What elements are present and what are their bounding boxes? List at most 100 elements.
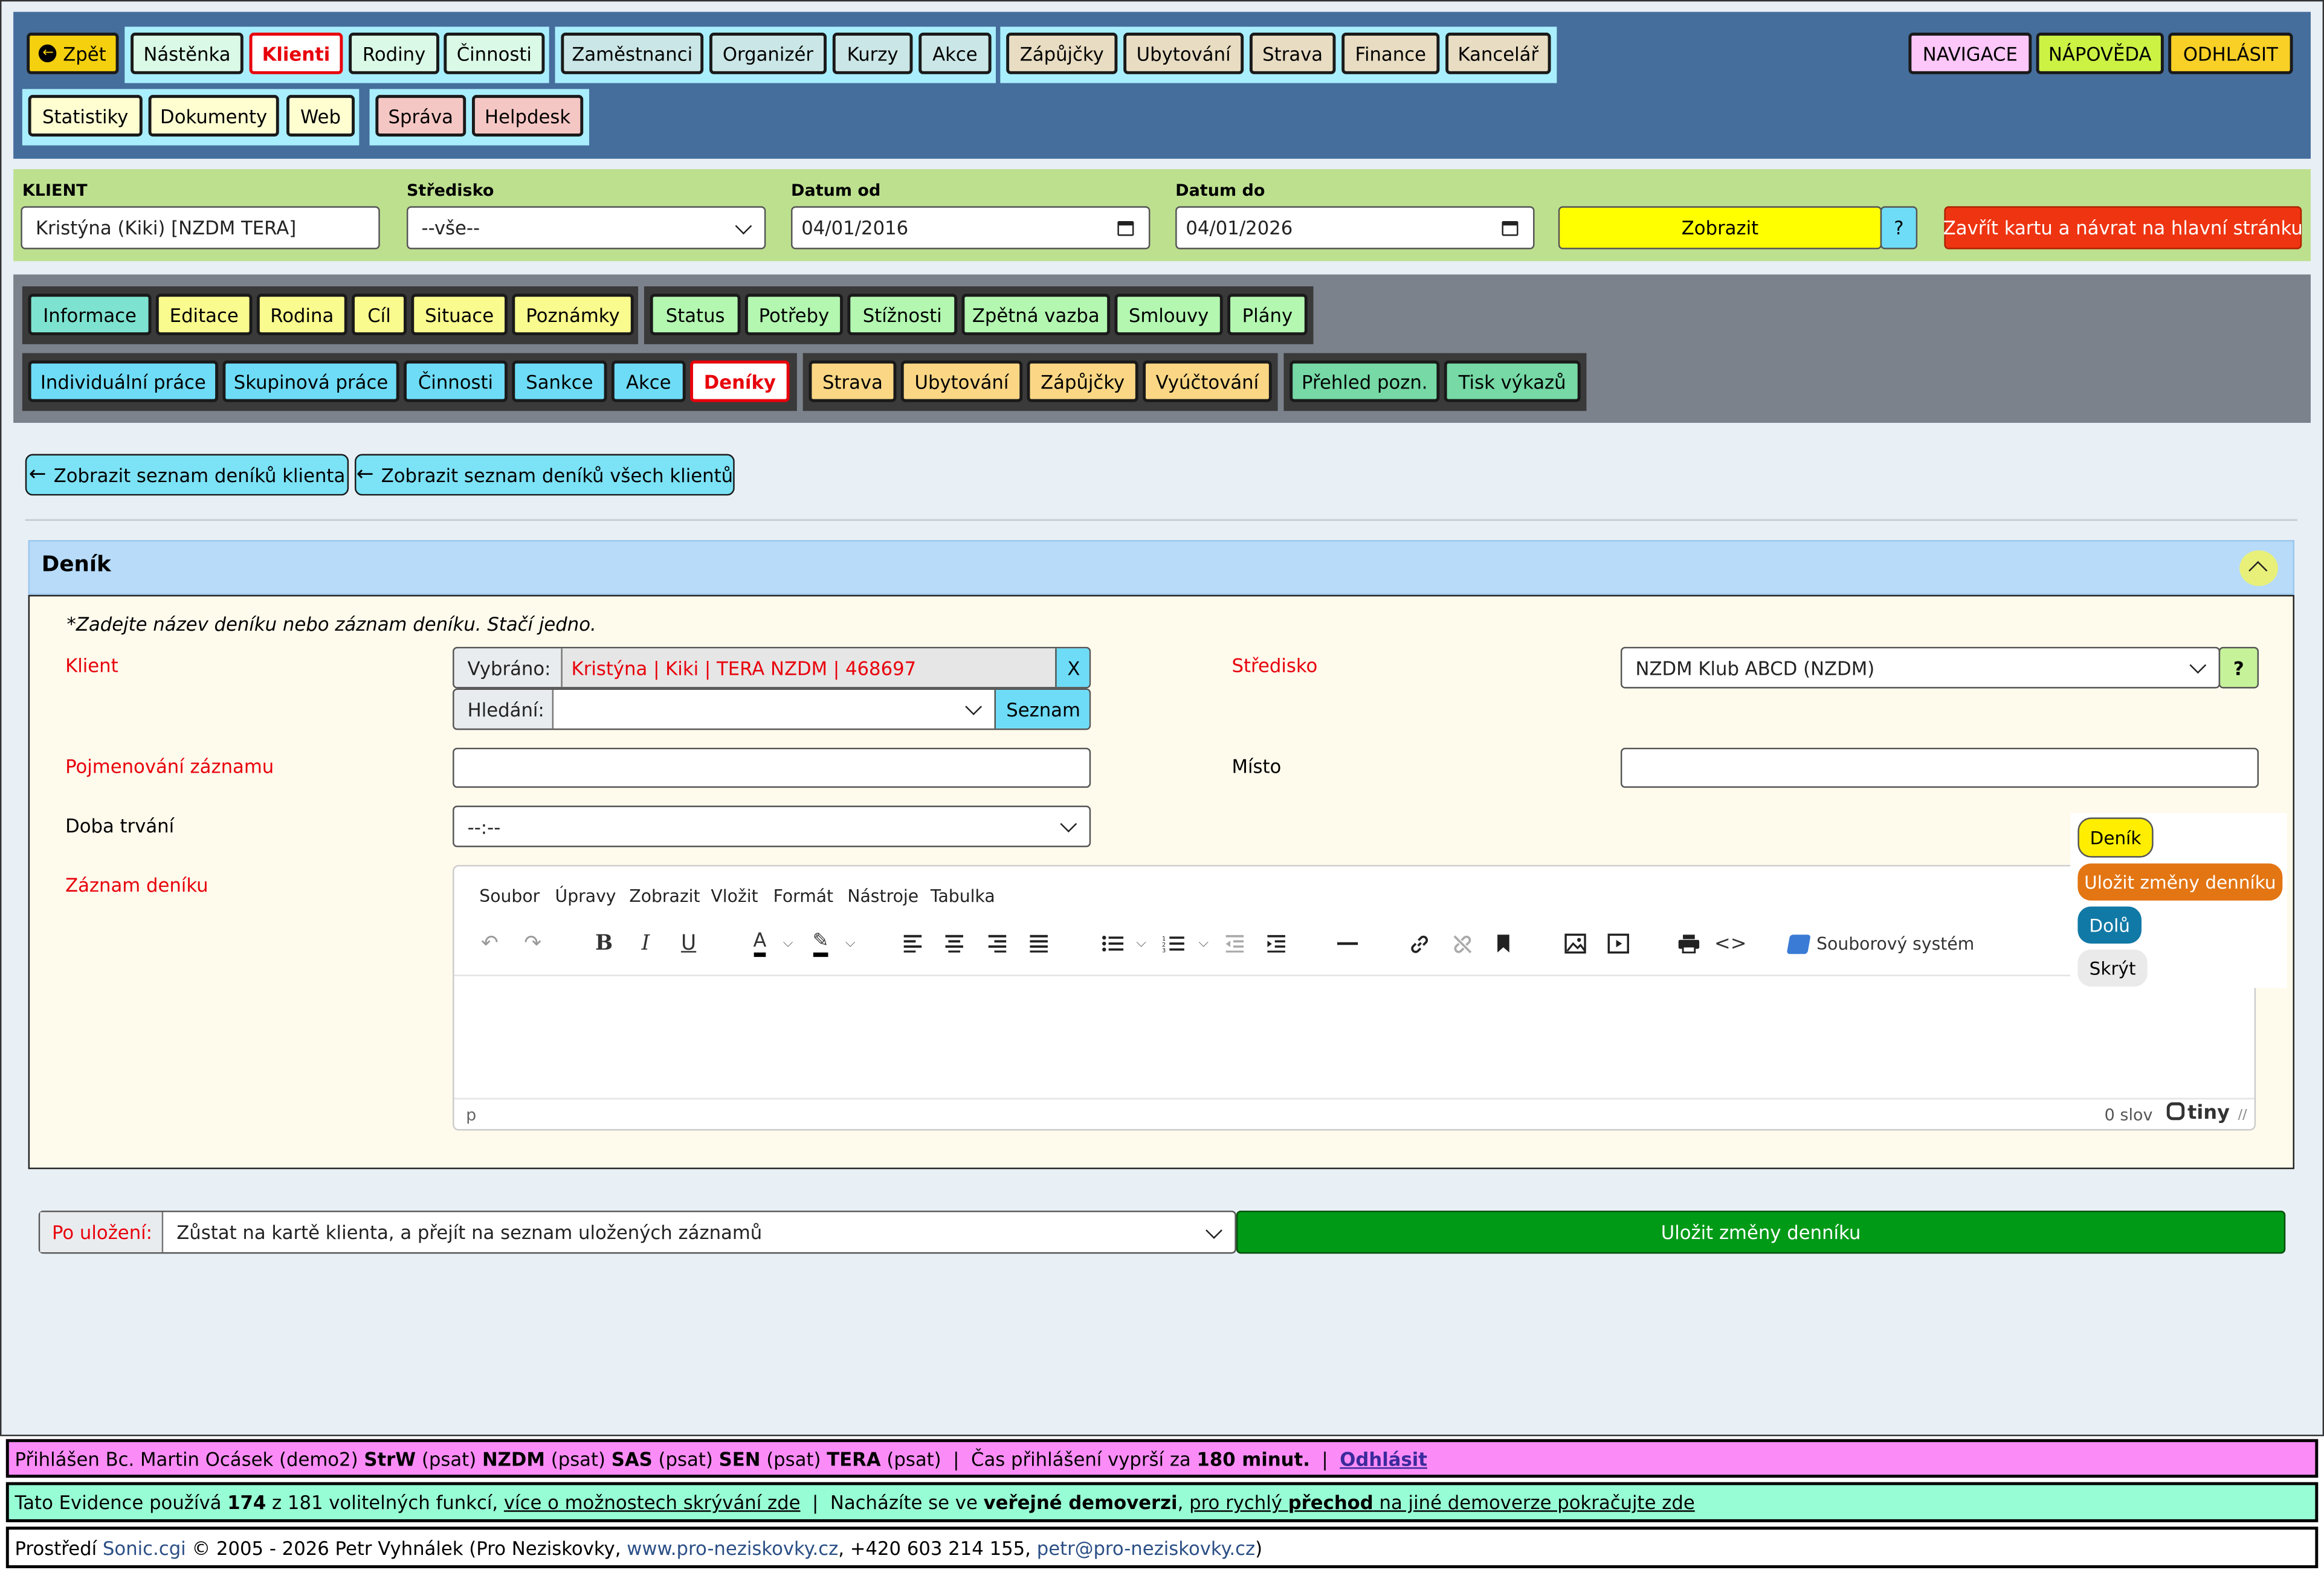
date-from-input[interactable]: 04/01/2016 bbox=[791, 206, 1151, 249]
chevron-down-icon[interactable] bbox=[1206, 1221, 1222, 1238]
tab-events[interactable]: Akce bbox=[611, 360, 686, 402]
tab-plans[interactable]: Plány bbox=[1227, 294, 1308, 336]
chevron-down-icon[interactable]: ⌵ bbox=[840, 923, 860, 965]
menu-table[interactable]: Tabulka bbox=[931, 886, 995, 906]
tab-billing[interactable]: Vyúčtování bbox=[1143, 360, 1272, 402]
menu-edit[interactable]: Úpravy bbox=[555, 886, 616, 906]
align-left-icon[interactable] bbox=[898, 923, 928, 965]
tab-group-work[interactable]: Skupinová práce bbox=[222, 360, 399, 402]
menu-insert[interactable]: Vložit bbox=[711, 886, 758, 906]
link-icon[interactable] bbox=[1404, 923, 1433, 965]
nav-admin[interactable]: Správa bbox=[375, 95, 466, 137]
tab-food[interactable]: Strava bbox=[809, 360, 897, 402]
calendar-icon[interactable] bbox=[1117, 220, 1134, 236]
show-button[interactable]: Zobrazit bbox=[1558, 206, 1882, 249]
place-input[interactable] bbox=[1620, 747, 2259, 788]
clear-client-button[interactable]: X bbox=[1055, 648, 1089, 687]
tab-sanctions[interactable]: Sankce bbox=[512, 360, 607, 402]
nav-loans[interactable]: Zápůjčky bbox=[1006, 33, 1118, 74]
record-name-input[interactable] bbox=[453, 747, 1091, 788]
collapse-panel-button[interactable] bbox=[2239, 550, 2278, 587]
bookmark-icon[interactable] bbox=[1488, 923, 1518, 965]
client-search-select[interactable] bbox=[552, 690, 995, 729]
navigation-button[interactable]: NAVIGACE bbox=[1908, 33, 2032, 74]
tab-loans[interactable]: Zápůjčky bbox=[1027, 360, 1138, 402]
menu-format[interactable]: Formát bbox=[773, 886, 834, 906]
nav-finance[interactable]: Finance bbox=[1341, 33, 1440, 74]
text-color-icon[interactable]: A bbox=[745, 923, 775, 965]
tab-feedback[interactable]: Zpětná vazba bbox=[961, 294, 1111, 336]
nav-clients[interactable]: Klienti bbox=[249, 33, 343, 74]
nav-activities[interactable]: Činnosti bbox=[444, 33, 545, 74]
bold-icon[interactable]: B bbox=[589, 923, 619, 965]
indent-icon[interactable] bbox=[1262, 923, 1291, 965]
duration-select[interactable]: --:-- bbox=[453, 805, 1091, 848]
nav-organizer[interactable]: Organizér bbox=[709, 33, 827, 74]
tab-complaints[interactable]: Stížnosti bbox=[847, 294, 958, 336]
tab-activities[interactable]: Činnosti bbox=[404, 360, 508, 402]
nav-web[interactable]: Web bbox=[286, 95, 355, 137]
back-button[interactable]: ← Zpět bbox=[27, 33, 119, 74]
floating-save-button[interactable]: Uložit změny denníku bbox=[2077, 863, 2283, 901]
tab-notes-overview[interactable]: Přehled pozn. bbox=[1289, 360, 1440, 402]
list-client-diaries-button[interactable]: ← Zobrazit seznam deníků klienta bbox=[25, 454, 349, 496]
close-card-button[interactable]: Zavřít kartu a návrat na hlavní stránku bbox=[1943, 206, 2303, 249]
source-code-icon[interactable]: <> bbox=[1714, 923, 1747, 965]
hide-options-link[interactable]: více o možnostech skrývání zde bbox=[504, 1491, 801, 1513]
floating-down-button[interactable]: Dolů bbox=[2077, 906, 2142, 944]
nav-accommodation[interactable]: Ubytování bbox=[1123, 33, 1244, 74]
sonic-link[interactable]: Sonic.cgi bbox=[103, 1536, 186, 1559]
align-right-icon[interactable] bbox=[983, 923, 1012, 965]
date-to-input[interactable]: 04/01/2026 bbox=[1175, 206, 1535, 249]
media-icon[interactable] bbox=[1603, 923, 1632, 965]
nav-courses[interactable]: Kurzy bbox=[832, 33, 913, 74]
demo-switch-link[interactable]: pro rychlý přechod na jiné demoverze pok… bbox=[1189, 1491, 1695, 1513]
tab-accommodation[interactable]: Ubytování bbox=[900, 360, 1023, 402]
save-diary-button[interactable]: Uložit změny denníku bbox=[1236, 1211, 2286, 1254]
tab-information[interactable]: Informace bbox=[28, 294, 152, 336]
tab-status[interactable]: Status bbox=[650, 294, 741, 336]
unlink-icon[interactable] bbox=[1447, 923, 1477, 965]
outdent-icon[interactable] bbox=[1220, 923, 1250, 965]
calendar-icon[interactable] bbox=[1502, 220, 1519, 236]
client-filter-input[interactable]: Kristýna (Kiki) [NZDM TERA] bbox=[21, 206, 380, 249]
tab-notes[interactable]: Poznámky bbox=[512, 294, 634, 336]
tab-family[interactable]: Rodina bbox=[256, 294, 347, 336]
center-filter-select[interactable]: --vše-- bbox=[406, 206, 766, 249]
menu-view[interactable]: Zobrazit bbox=[629, 886, 700, 906]
bullet-list-icon[interactable] bbox=[1097, 923, 1126, 965]
italic-icon[interactable]: I bbox=[631, 923, 660, 965]
horizontal-line-icon[interactable] bbox=[1332, 923, 1362, 965]
menu-file[interactable]: Soubor bbox=[479, 886, 540, 906]
chevron-down-icon[interactable]: ⌵ bbox=[1193, 923, 1214, 965]
redo-icon[interactable]: ↷ bbox=[518, 923, 547, 965]
client-list-button[interactable]: Seznam bbox=[994, 690, 1089, 729]
underline-icon[interactable]: U bbox=[674, 923, 703, 965]
nav-dashboard[interactable]: Nástěnka bbox=[131, 33, 244, 74]
filesystem-button[interactable]: Souborový systém bbox=[1786, 923, 1981, 965]
undo-icon[interactable]: ↶ bbox=[475, 923, 505, 965]
nav-food[interactable]: Strava bbox=[1249, 33, 1336, 74]
tab-print-reports[interactable]: Tisk výkazů bbox=[1444, 360, 1581, 402]
email-link[interactable]: petr@pro-neziskovky.cz bbox=[1037, 1536, 1255, 1559]
align-justify-icon[interactable] bbox=[1024, 923, 1054, 965]
tab-contracts[interactable]: Smlouvy bbox=[1114, 294, 1223, 336]
nav-helpdesk[interactable]: Helpdesk bbox=[472, 95, 584, 137]
help-button[interactable]: NÁPOVĚDA bbox=[2036, 33, 2164, 74]
center-help-button[interactable]: ? bbox=[2218, 646, 2259, 689]
tab-situation[interactable]: Situace bbox=[411, 294, 508, 336]
tab-goal[interactable]: Cíl bbox=[352, 294, 407, 336]
menu-tools[interactable]: Nástroje bbox=[847, 886, 918, 906]
print-icon[interactable] bbox=[1674, 923, 1703, 965]
logout-button[interactable]: ODHLÁSIT bbox=[2168, 33, 2293, 74]
image-icon[interactable] bbox=[1560, 923, 1589, 965]
nav-statistics[interactable]: Statistiky bbox=[28, 95, 143, 137]
nav-employees[interactable]: Zaměstnanci bbox=[561, 33, 704, 74]
tab-diaries[interactable]: Deníky bbox=[690, 360, 790, 402]
chevron-down-icon[interactable]: ⌵ bbox=[778, 923, 798, 965]
nav-families[interactable]: Rodiny bbox=[349, 33, 439, 74]
center-select[interactable]: NZDM Klub ABCD (NZDM) bbox=[1620, 646, 2221, 689]
resize-handle-icon[interactable]: ∕∕ bbox=[2238, 1109, 2247, 1124]
floating-diary-button[interactable]: Deník bbox=[2077, 817, 2154, 858]
align-center-icon[interactable] bbox=[940, 923, 969, 965]
